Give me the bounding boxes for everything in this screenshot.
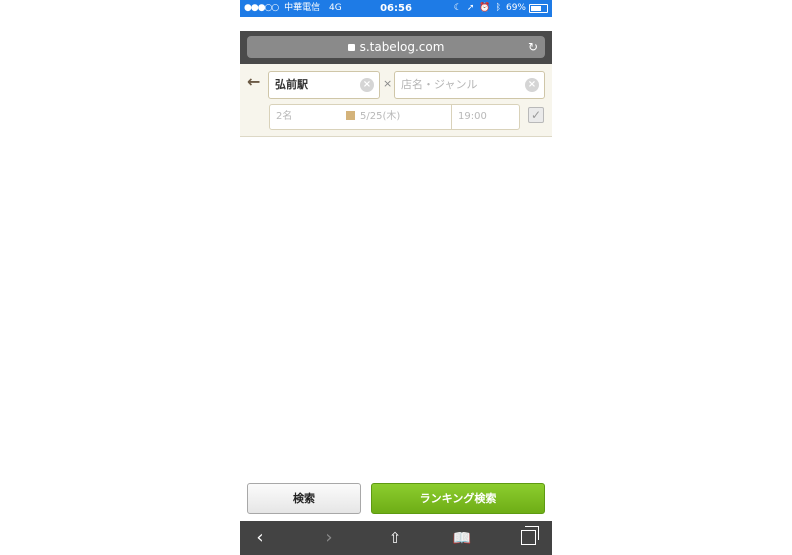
back-chevron-icon[interactable]: ‹ (245, 521, 275, 555)
keyword-placeholder: 店名・ジャンル (401, 78, 478, 91)
phone-screen: ●●●○○ 中華電信 4G 06:56 ☾ ➚ ⏰ ᛒ 69% s.tabelo… (240, 0, 552, 555)
location-arrow-icon: ➚ (466, 3, 475, 13)
browser-address-bar: s.tabelog.com ↻ (240, 31, 552, 64)
battery-fill (531, 6, 541, 11)
calendar-icon (346, 111, 355, 120)
ranking-search-button[interactable]: ランキング検索 (371, 483, 545, 514)
date-select[interactable]: 5/25(木) (340, 104, 452, 130)
search-button[interactable]: 検索 (247, 483, 361, 514)
date-value: 5/25(木) (360, 111, 401, 122)
status-right: ☾ ➚ ⏰ ᛒ 69% (449, 0, 548, 17)
time-select[interactable]: 19:00 (451, 104, 520, 130)
reload-icon[interactable]: ↻ (528, 36, 538, 58)
time-value: 19:00 (458, 111, 487, 122)
alarm-icon: ⏰ (479, 3, 491, 13)
separator: × (383, 77, 393, 90)
lock-icon (347, 44, 355, 51)
people-count-value: 2名 (276, 111, 293, 122)
clear-keyword-icon[interactable]: × (525, 78, 539, 92)
clear-area-icon[interactable]: × (360, 78, 374, 92)
moon-icon: ☾ (453, 3, 462, 13)
keyword-search-input[interactable]: 店名・ジャンル × (394, 71, 545, 99)
url-text: s.tabelog.com (359, 40, 445, 54)
vacancy-checkbox[interactable]: ✓ (528, 107, 544, 123)
back-arrow-icon[interactable]: ← (247, 72, 260, 91)
battery-percent: 69% (505, 3, 526, 13)
url-field[interactable]: s.tabelog.com ↻ (247, 36, 545, 58)
share-icon[interactable]: ⇧ (380, 521, 410, 555)
bookmarks-icon[interactable]: 📖 (447, 521, 477, 555)
bluetooth-icon: ᛒ (495, 3, 501, 13)
forward-chevron-icon[interactable]: › (314, 521, 344, 555)
tabs-icon[interactable] (513, 521, 543, 555)
people-count-select[interactable]: 2名 (269, 104, 341, 130)
area-value: 弘前駅 (275, 78, 308, 91)
browser-toolbar: ‹ › ⇧ 📖 (240, 521, 552, 555)
status-bar: ●●●○○ 中華電信 4G 06:56 ☾ ➚ ⏰ ᛒ 69% (240, 0, 552, 17)
area-search-input[interactable]: 弘前駅 × (268, 71, 380, 99)
battery-icon (529, 4, 548, 13)
search-header: ← 弘前駅 × × 店名・ジャンル × 2名 5/25(木) 19:00 ✓ (240, 64, 552, 137)
